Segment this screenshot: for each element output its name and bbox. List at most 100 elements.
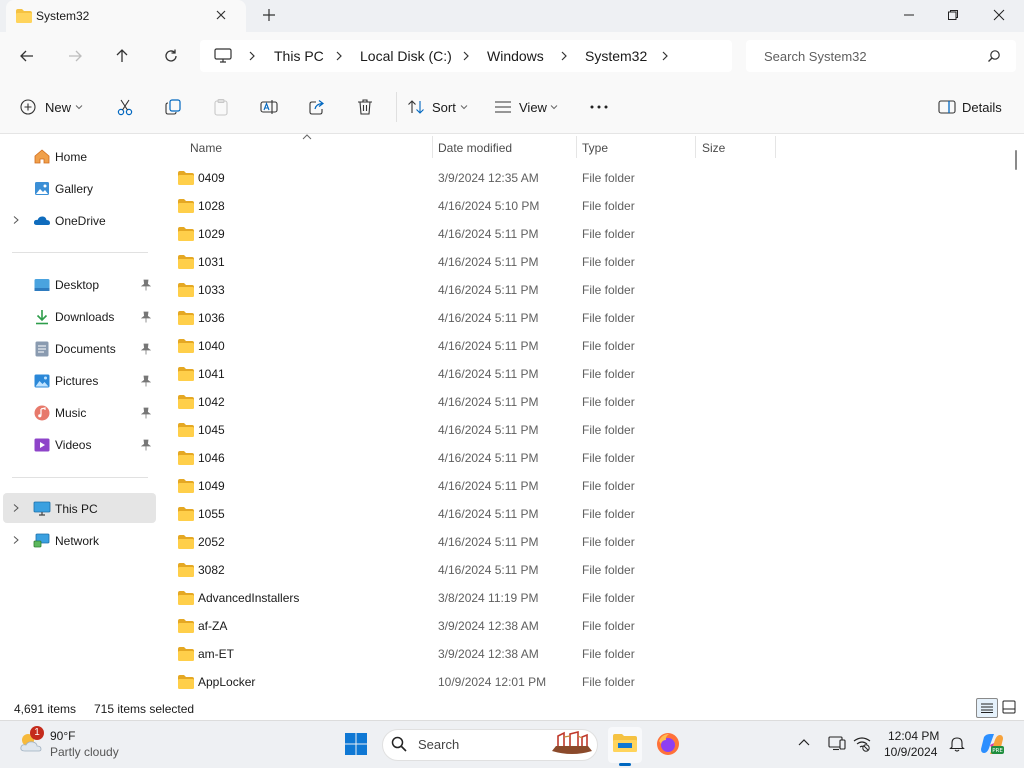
rename-icon[interactable]: [260, 98, 278, 116]
maximize-button[interactable]: [930, 0, 976, 30]
cut-icon[interactable]: [116, 98, 134, 116]
file-row[interactable]: 1046 4/16/2024 5:11 PM File folder: [170, 444, 1008, 472]
view-button[interactable]: View: [519, 100, 547, 115]
sort-button[interactable]: Sort: [432, 100, 456, 115]
chevron-right-icon[interactable]: [461, 50, 471, 62]
file-name: am-ET: [198, 647, 234, 661]
chevron-right-icon[interactable]: [334, 50, 344, 62]
new-button[interactable]: New: [45, 100, 71, 115]
file-row[interactable]: 3082 4/16/2024 5:11 PM File folder: [170, 556, 1008, 584]
chevron-right-icon[interactable]: [247, 50, 257, 62]
column-divider[interactable]: [695, 136, 696, 158]
file-row[interactable]: am-ET 3/9/2024 12:38 AM File folder: [170, 640, 1008, 668]
more-options-icon[interactable]: [590, 105, 608, 109]
column-header-date-modified[interactable]: Date modified: [438, 141, 512, 155]
firefox-icon[interactable]: [656, 732, 680, 756]
file-row[interactable]: af-ZA 3/9/2024 12:38 AM File folder: [170, 612, 1008, 640]
file-row[interactable]: 2052 4/16/2024 5:11 PM File folder: [170, 528, 1008, 556]
chevron-right-icon[interactable]: [559, 50, 569, 62]
close-button[interactable]: [976, 0, 1022, 30]
monitor-icon[interactable]: [214, 48, 232, 64]
pin-icon[interactable]: [141, 311, 151, 323]
file-row[interactable]: 1031 4/16/2024 5:11 PM File folder: [170, 248, 1008, 276]
file-row[interactable]: 0409 3/9/2024 12:35 AM File folder: [170, 164, 1008, 192]
file-row[interactable]: 1049 4/16/2024 5:11 PM File folder: [170, 472, 1008, 500]
minimize-button[interactable]: [886, 0, 932, 30]
pin-icon[interactable]: [141, 439, 151, 451]
file-row[interactable]: 1040 4/16/2024 5:11 PM File folder: [170, 332, 1008, 360]
file-date-modified: 4/16/2024 5:10 PM: [438, 199, 540, 213]
weather-temperature[interactable]: 90°F: [50, 729, 75, 743]
network-status-icon[interactable]: [853, 736, 871, 752]
file-row[interactable]: AppLocker 10/9/2024 12:01 PM File folder: [170, 668, 1008, 696]
sort-icon[interactable]: [407, 99, 425, 115]
breadcrumb-system32[interactable]: System32: [585, 48, 647, 64]
breadcrumb-windows[interactable]: Windows: [487, 48, 544, 64]
pin-icon[interactable]: [141, 407, 151, 419]
file-row[interactable]: 1028 4/16/2024 5:10 PM File folder: [170, 192, 1008, 220]
chevron-right-icon[interactable]: [660, 50, 670, 62]
file-type: File folder: [582, 507, 635, 521]
file-row[interactable]: 1036 4/16/2024 5:11 PM File folder: [170, 304, 1008, 332]
pin-icon[interactable]: [141, 375, 151, 387]
file-row[interactable]: 1033 4/16/2024 5:11 PM File folder: [170, 276, 1008, 304]
details-pane-icon[interactable]: [938, 100, 956, 114]
expand-chevron-icon[interactable]: [12, 535, 20, 545]
file-type: File folder: [582, 591, 635, 605]
tab-close-icon[interactable]: [214, 8, 228, 22]
active-app-indicator: [619, 763, 631, 766]
forward-button[interactable]: [61, 44, 89, 68]
sidebar-divider: [12, 252, 148, 253]
notification-bell-icon[interactable]: [949, 736, 965, 752]
details-view-button[interactable]: [976, 698, 998, 718]
column-divider[interactable]: [576, 136, 577, 158]
sidebar-label-this-pc: This PC: [55, 502, 98, 516]
file-row[interactable]: 1029 4/16/2024 5:11 PM File folder: [170, 220, 1008, 248]
vertical-scrollbar-thumb[interactable]: [1015, 150, 1017, 170]
details-button[interactable]: Details: [962, 100, 1002, 115]
delete-icon[interactable]: [357, 98, 373, 116]
file-row[interactable]: 1041 4/16/2024 5:11 PM File folder: [170, 360, 1008, 388]
column-header-name[interactable]: Name: [190, 141, 222, 155]
sort-ascending-icon: [302, 134, 312, 140]
show-hidden-icons-chevron[interactable]: [798, 738, 810, 746]
pin-icon[interactable]: [141, 279, 151, 291]
weather-description[interactable]: Partly cloudy: [50, 745, 119, 759]
tiles-view-button[interactable]: [1002, 700, 1016, 714]
view-list-icon[interactable]: [494, 100, 512, 114]
clock-date[interactable]: 10/9/2024: [884, 745, 937, 759]
file-name: 1028: [198, 199, 225, 213]
column-divider[interactable]: [775, 136, 776, 158]
expand-chevron-icon[interactable]: [12, 503, 20, 513]
windows-start-icon[interactable]: [344, 732, 368, 756]
paste-icon[interactable]: [212, 98, 230, 116]
file-row[interactable]: 1042 4/16/2024 5:11 PM File folder: [170, 388, 1008, 416]
up-button[interactable]: [108, 44, 136, 68]
plus-circle-icon[interactable]: [20, 99, 36, 115]
file-row[interactable]: 1045 4/16/2024 5:11 PM File folder: [170, 416, 1008, 444]
refresh-button[interactable]: [157, 44, 185, 68]
breadcrumb-local-disk[interactable]: Local Disk (C:): [360, 48, 452, 64]
file-date-modified: 10/9/2024 12:01 PM: [438, 675, 547, 689]
back-button[interactable]: [13, 44, 41, 68]
file-date-modified: 4/16/2024 5:11 PM: [438, 479, 539, 493]
pin-icon[interactable]: [141, 343, 151, 355]
copy-icon[interactable]: [164, 98, 182, 116]
chevron-down-icon: [550, 104, 558, 110]
file-row[interactable]: 1055 4/16/2024 5:11 PM File folder: [170, 500, 1008, 528]
file-type: File folder: [582, 675, 635, 689]
folder-icon: [178, 619, 194, 633]
sidebar-label-downloads: Downloads: [55, 310, 115, 324]
display-tray-icon[interactable]: [828, 735, 846, 751]
file-type: File folder: [582, 423, 635, 437]
file-row[interactable]: AdvancedInstallers 3/8/2024 11:19 PM File …: [170, 584, 1008, 612]
new-tab-icon[interactable]: [262, 8, 276, 22]
share-icon[interactable]: [308, 98, 326, 116]
clock-time[interactable]: 12:04 PM: [888, 729, 939, 743]
column-header-type[interactable]: Type: [582, 141, 608, 155]
column-divider[interactable]: [432, 136, 433, 158]
breadcrumb-this-pc[interactable]: This PC: [274, 48, 324, 64]
column-header-size[interactable]: Size: [702, 141, 725, 155]
folder-icon: [178, 647, 194, 661]
copilot-icon[interactable]: PRE: [980, 733, 1004, 755]
